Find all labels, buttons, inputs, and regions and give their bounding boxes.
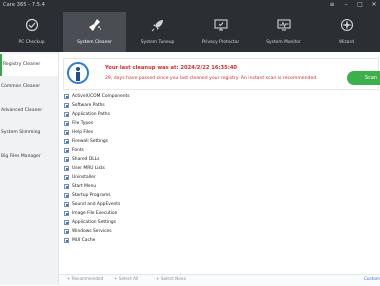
recommended-link[interactable]: + Recommended — [67, 276, 103, 281]
item-checkbox[interactable] — [64, 238, 69, 243]
sidebar-item-system-slimming[interactable]: System Slimming — [0, 122, 58, 144]
title-bar: Care 365 - 7.5.4 ≡ – □ ✕ — [0, 0, 380, 12]
item-label: Software Paths — [72, 103, 105, 108]
sidebar-item-label: Advanced Cleaner — [1, 108, 43, 113]
custom-link[interactable]: Custom — [364, 276, 380, 281]
tab-system-cleaner[interactable]: System Cleaner — [63, 12, 126, 52]
item-checkbox[interactable] — [64, 184, 69, 189]
tab-pc-checkup[interactable]: PC Checkup — [0, 12, 63, 52]
menu-icon[interactable]: ≡ — [328, 1, 336, 8]
tab-label: Privacy Protector — [201, 40, 240, 45]
top-bar: Care 365 - 7.5.4 ≡ – □ ✕ PC Checkup Syst… — [0, 0, 380, 52]
sidebar-item-label: Common Cleaner — [1, 84, 41, 89]
tab-system-tuneup[interactable]: System Tuneup — [126, 12, 189, 52]
sidebar-item-label: Registry Cleaner — [3, 62, 41, 67]
cleanup-banner: Your last cleanup was at: 2024/2/22 16:3… — [63, 58, 380, 90]
item-checkbox[interactable] — [64, 211, 69, 216]
item-checkbox[interactable] — [64, 121, 69, 126]
item-checkbox[interactable] — [64, 229, 69, 234]
item-checkbox[interactable] — [64, 139, 69, 144]
item-checkbox[interactable] — [64, 193, 69, 198]
select-all-link[interactable]: + Select All — [114, 276, 138, 281]
tab-label: Wizard — [339, 40, 354, 45]
scan-button[interactable]: Scan — [347, 71, 380, 85]
info-icon — [67, 62, 89, 84]
system-monitor-icon — [276, 19, 291, 31]
sidebar: Registry Cleaner Common Cleaner Advanced… — [0, 52, 60, 285]
last-cleanup-title: Your last cleanup was at: 2024/2/22 16:3… — [105, 65, 238, 71]
select-none-link[interactable]: + Select None — [156, 276, 186, 281]
tab-label: System Cleaner — [77, 40, 112, 45]
item-checkbox[interactable] — [64, 202, 69, 207]
tab-system-monitor[interactable]: System Monitor — [252, 12, 315, 52]
sidebar-item-label: System Slimming — [1, 130, 41, 135]
item-label: Application Settings — [72, 220, 116, 225]
item-checkbox[interactable] — [64, 157, 69, 162]
item-label: ActiveX/COM Components — [72, 94, 130, 99]
minimize-icon[interactable]: – — [342, 1, 350, 8]
privacy-monitor-icon — [213, 19, 228, 31]
sidebar-item-advanced-cleaner[interactable]: Advanced Cleaner — [0, 100, 58, 122]
item-checkbox[interactable] — [64, 130, 69, 135]
selection-footer: + Recommended + Select All + Select None… — [59, 274, 380, 286]
item-label: Windows Services — [72, 229, 112, 234]
item-label: Image File Execution — [72, 211, 118, 216]
item-checkbox[interactable] — [64, 103, 69, 108]
broom-icon — [88, 19, 101, 31]
tab-wizard[interactable]: Wizard — [315, 12, 378, 52]
maximize-icon[interactable]: □ — [356, 1, 364, 8]
sidebar-item-common-cleaner[interactable]: Common Cleaner — [0, 76, 58, 98]
close-icon[interactable]: ✕ — [370, 1, 378, 8]
item-label: Help Files — [72, 130, 94, 135]
item-checkbox[interactable] — [64, 148, 69, 153]
item-label: Firewall Settings — [72, 139, 108, 144]
item-label: Application Paths — [72, 112, 110, 117]
sidebar-item-big-files-manager[interactable]: Big Files Manager — [0, 146, 58, 168]
item-checkbox[interactable] — [64, 220, 69, 225]
item-label: Fonts — [72, 148, 84, 153]
main-tabs: PC Checkup System Cleaner System Tuneup — [0, 12, 380, 52]
app-title: Care 365 - 7.5.4 — [3, 2, 45, 8]
tab-label: PC Checkup — [18, 40, 45, 45]
item-label: File Types — [72, 121, 94, 126]
tab-privacy-protector[interactable]: Privacy Protector — [189, 12, 252, 52]
item-label: Uninstaller — [72, 175, 96, 180]
item-checkbox[interactable] — [64, 112, 69, 117]
item-checkbox[interactable] — [64, 94, 69, 99]
item-label: Start Menu — [72, 184, 97, 189]
item-checkbox[interactable] — [64, 166, 69, 171]
item-label: Startup Programs — [72, 193, 111, 198]
tab-label: System Tuneup — [140, 40, 175, 45]
tab-label: System Monitor — [266, 40, 301, 45]
rocket-icon — [151, 20, 163, 32]
item-label: MUI Cache — [72, 238, 96, 243]
main-panel: Your last cleanup was at: 2024/2/22 16:3… — [59, 52, 380, 286]
pc-checkup-icon — [25, 18, 38, 32]
window-controls: ≡ – □ ✕ — [328, 1, 378, 8]
cleanup-recommendation: 29, days have passed since you last clea… — [105, 76, 318, 81]
item-label: User MRU Lists — [72, 166, 105, 171]
item-label: Shared DLLs — [72, 157, 100, 162]
wizard-icon — [340, 18, 353, 32]
sidebar-item-registry-cleaner[interactable]: Registry Cleaner — [0, 54, 60, 76]
sidebar-item-label: Big Files Manager — [1, 154, 41, 159]
item-label: Sound and AppEvents — [72, 202, 121, 207]
item-checkbox[interactable] — [64, 175, 69, 180]
